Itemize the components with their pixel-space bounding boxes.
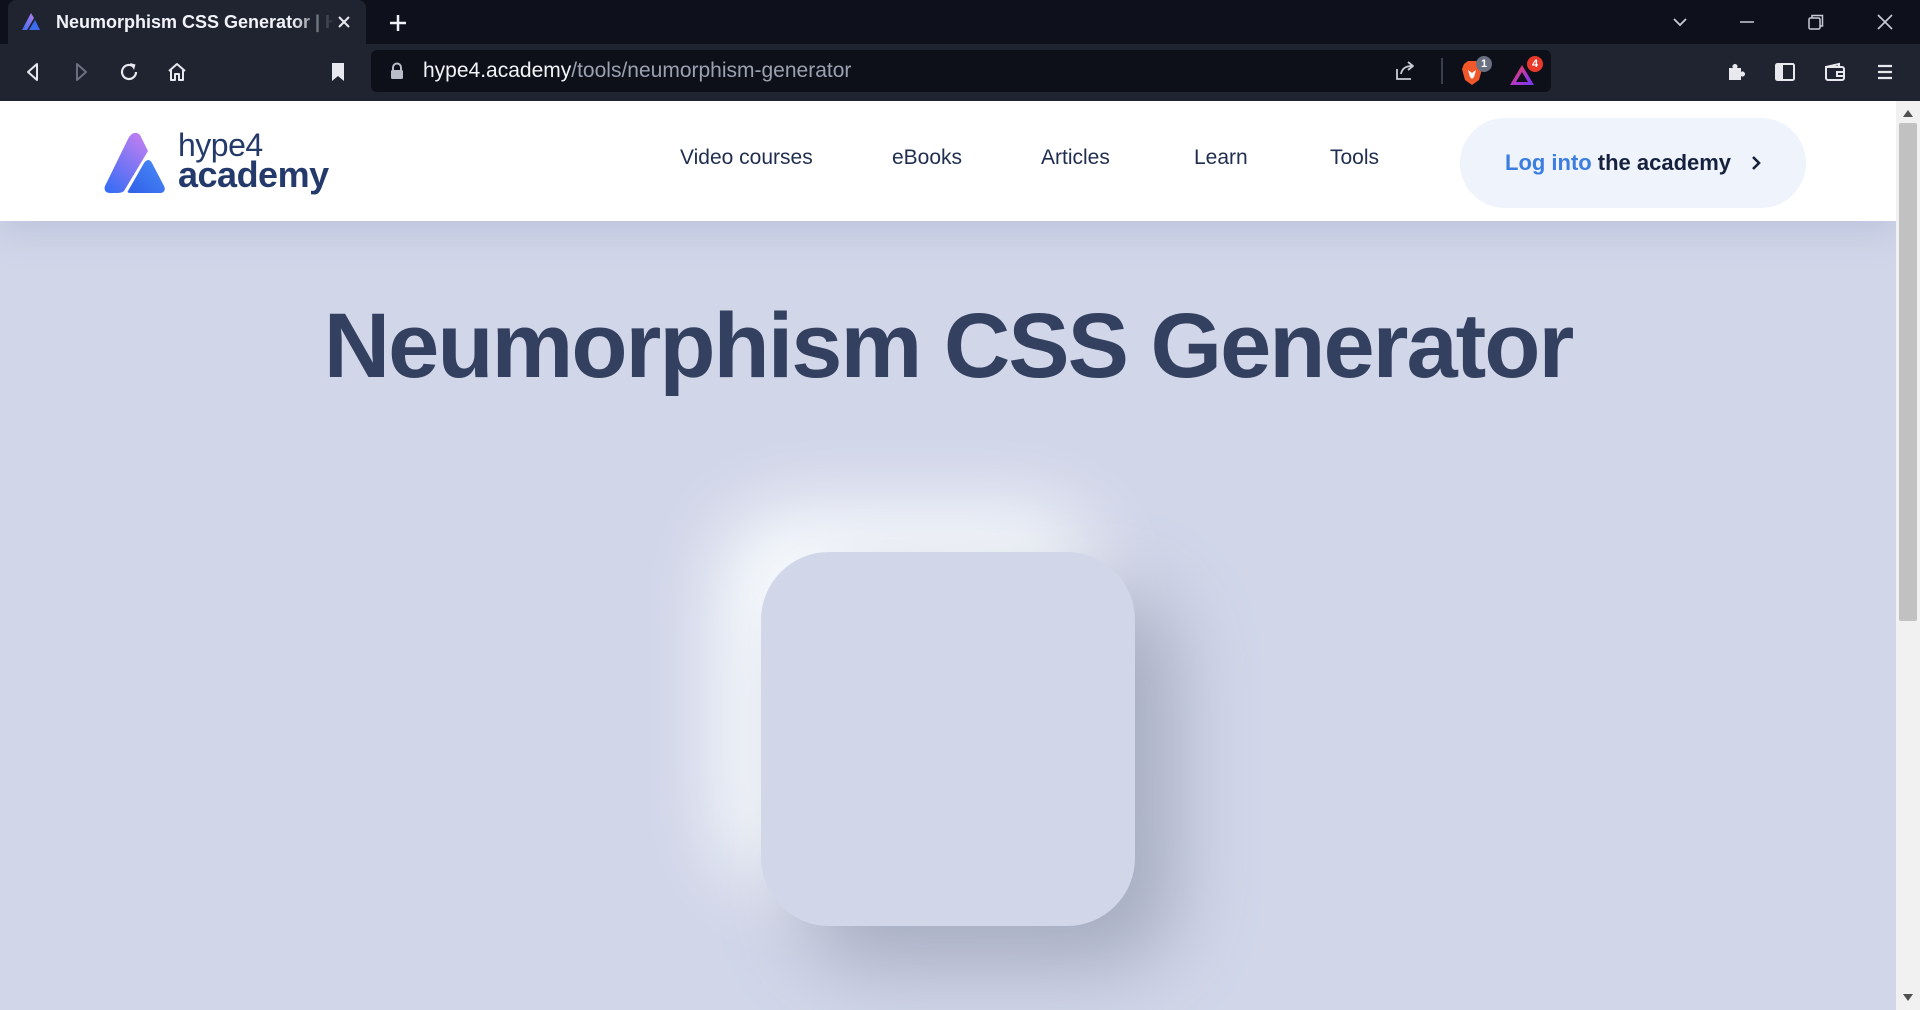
hype4-logo-icon — [104, 132, 165, 193]
url-path: /tools/neumorphism-generator — [571, 59, 852, 82]
bookmark-icon[interactable] — [325, 59, 351, 85]
minimize-icon[interactable] — [1735, 10, 1759, 34]
tab-title: Neumorphism CSS Generator | Hype4 Academ… — [56, 11, 334, 32]
url-host: hype4.academy — [423, 59, 572, 82]
reload-icon[interactable] — [116, 59, 142, 85]
hype4-academy-logo[interactable]: hype4 academy — [104, 127, 334, 197]
restore-icon[interactable] — [1804, 10, 1828, 34]
scroll-up-arrow-icon[interactable] — [1903, 109, 1913, 117]
page-title: Neumorphism CSS Generator — [323, 295, 1575, 397]
tab-close-icon[interactable] — [334, 12, 354, 32]
scrollbar-thumb[interactable] — [1899, 123, 1917, 621]
brave-rewards-button[interactable]: 4 — [1509, 56, 1543, 88]
scroll-down-arrow-icon[interactable] — [1903, 994, 1913, 1002]
rewards-count-badge: 4 — [1527, 56, 1543, 72]
site-header: hype4 academy Video courses eBooks Artic… — [0, 101, 1896, 221]
nav-tools[interactable]: Tools — [1330, 146, 1379, 170]
tab-search-icon[interactable] — [1668, 10, 1692, 34]
shields-count-badge: 1 — [1476, 56, 1492, 72]
sidebar-icon[interactable] — [1772, 59, 1798, 85]
url-text: hype4.academy/tools/neumorphism-generato… — [423, 50, 851, 92]
lock-icon[interactable] — [389, 62, 405, 80]
back-icon[interactable] — [20, 59, 46, 85]
home-icon[interactable] — [164, 59, 190, 85]
address-bar[interactable]: hype4.academy/tools/neumorphism-generato… — [371, 50, 1551, 92]
logo-text-academy: academy — [178, 154, 329, 195]
neumorphism-preview-box — [761, 552, 1135, 926]
nav-learn[interactable]: Learn — [1194, 146, 1248, 170]
menu-icon[interactable] — [1872, 59, 1898, 85]
nav-ebooks[interactable]: eBooks — [892, 146, 962, 170]
chevron-right-icon — [1752, 156, 1761, 170]
wallet-icon[interactable] — [1822, 59, 1848, 85]
omnibox-divider — [1441, 58, 1443, 84]
browser-tab[interactable]: Neumorphism CSS Generator | Hype4 Academ… — [8, 0, 366, 44]
share-icon[interactable] — [1393, 60, 1417, 82]
nav-articles[interactable]: Articles — [1041, 146, 1110, 170]
login-text-accent: Log into — [1505, 150, 1592, 175]
brave-shields-button[interactable]: 1 — [1459, 56, 1493, 88]
browser-tabstrip: Neumorphism CSS Generator | Hype4 Academ… — [0, 0, 1920, 44]
forward-icon[interactable] — [68, 59, 94, 85]
close-window-icon[interactable] — [1873, 10, 1897, 34]
browser-toolbar: hype4.academy/tools/neumorphism-generato… — [0, 44, 1920, 101]
page-scrollbar[interactable] — [1896, 101, 1920, 1010]
hype4-favicon-icon — [22, 13, 40, 30]
login-text-main: the academy — [1597, 150, 1732, 175]
login-button[interactable]: Log into the academy — [1460, 118, 1806, 208]
new-tab-icon[interactable] — [386, 11, 410, 35]
page-viewport: hype4 academy Video courses eBooks Artic… — [0, 101, 1896, 1010]
nav-video-courses[interactable]: Video courses — [680, 146, 813, 170]
extensions-icon[interactable] — [1724, 59, 1750, 85]
